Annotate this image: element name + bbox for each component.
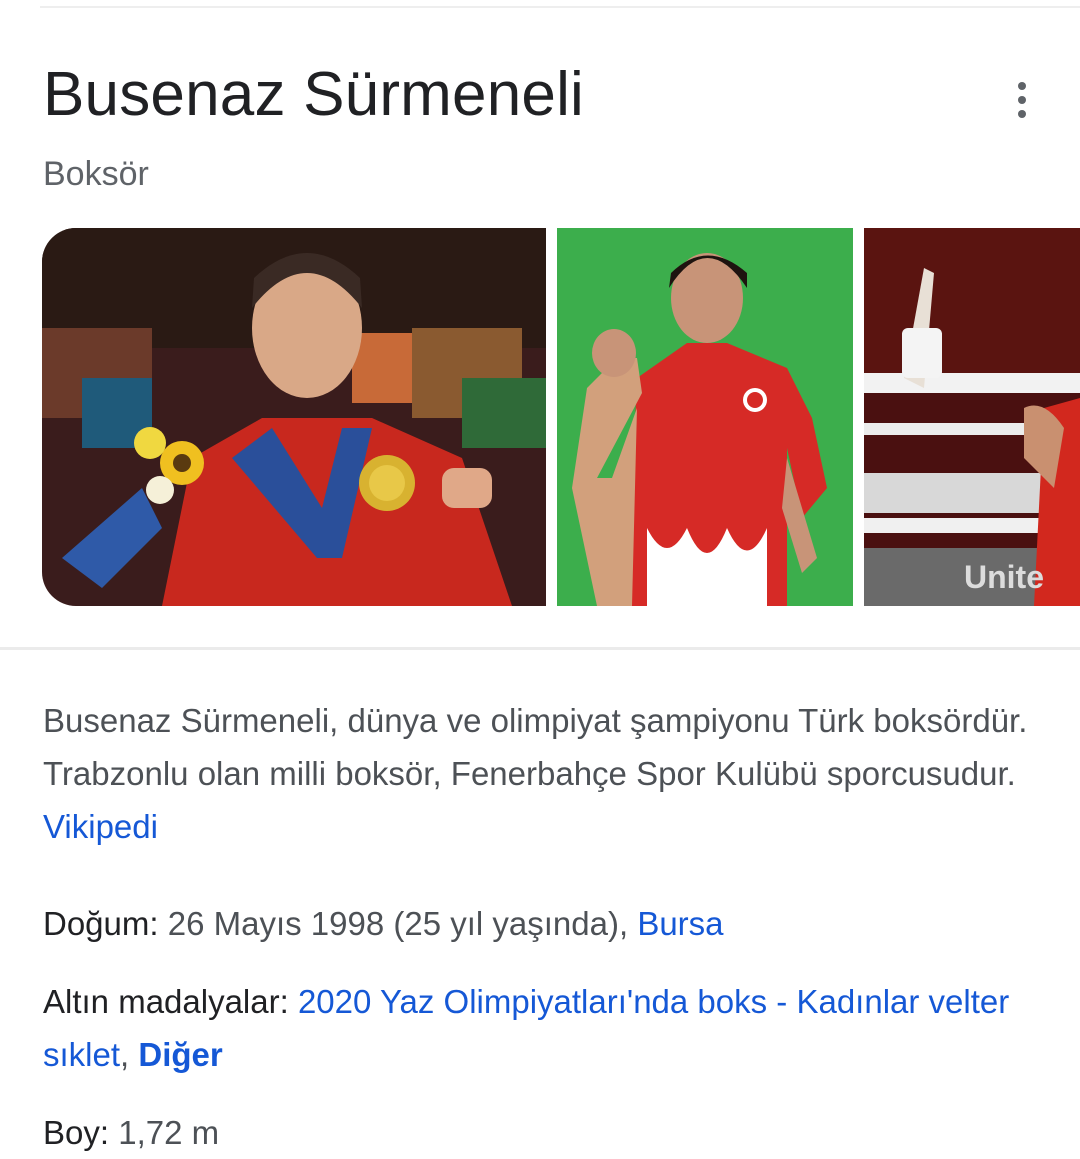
top-divider (40, 6, 1080, 8)
dot (1018, 110, 1026, 118)
fact-medals: Altın madalyalar: 2020 Yaz Olimpiyatları… (43, 975, 1053, 1081)
fact-colon: : (149, 905, 168, 942)
fact-label-medals: Altın madalyalar (43, 983, 280, 1020)
fact-label-birth: Doğum (43, 905, 150, 942)
more-options-icon[interactable] (1000, 78, 1044, 122)
section-divider (0, 647, 1080, 650)
photo-ring-victory[interactable]: Unite (864, 228, 1080, 606)
photo-banner-text: Unite (964, 559, 1044, 595)
fact-height: Boy: 1,72 m (43, 1106, 1053, 1159)
page-title: Busenaz Sürmeneli (43, 60, 585, 129)
entity-subtitle: Boksör (43, 155, 149, 193)
more-medals-link[interactable]: Diğer (138, 1036, 222, 1073)
fact-value-birth: 26 Mayıs 1998 (25 yıl yaşında), (167, 905, 638, 942)
entity-description: Busenaz Sürmeneli, dünya ve olimpiyat şa… (43, 694, 1033, 853)
image-gallery[interactable]: Unite (0, 228, 1080, 606)
fact-value-height: 1,72 m (118, 1114, 220, 1151)
dot (1018, 96, 1026, 104)
photo-medal-ceremony[interactable] (42, 228, 546, 606)
fact-label-height: Boy (43, 1114, 100, 1151)
photo-green-background[interactable] (557, 228, 853, 606)
fact-colon: : (279, 983, 298, 1020)
dot (1018, 82, 1026, 90)
photo-icon (42, 228, 546, 606)
description-text: Busenaz Sürmeneli, dünya ve olimpiyat şa… (43, 702, 1028, 792)
source-link-vikipedi[interactable]: Vikipedi (43, 808, 158, 845)
photo-icon (557, 228, 853, 606)
fact-separator: , (120, 1036, 139, 1073)
fact-colon: : (99, 1114, 119, 1151)
fact-birth: Doğum: 26 Mayıs 1998 (25 yıl yaşında), B… (43, 897, 1053, 950)
birthplace-link[interactable]: Bursa (637, 905, 723, 942)
photo-icon: Unite (864, 228, 1080, 606)
